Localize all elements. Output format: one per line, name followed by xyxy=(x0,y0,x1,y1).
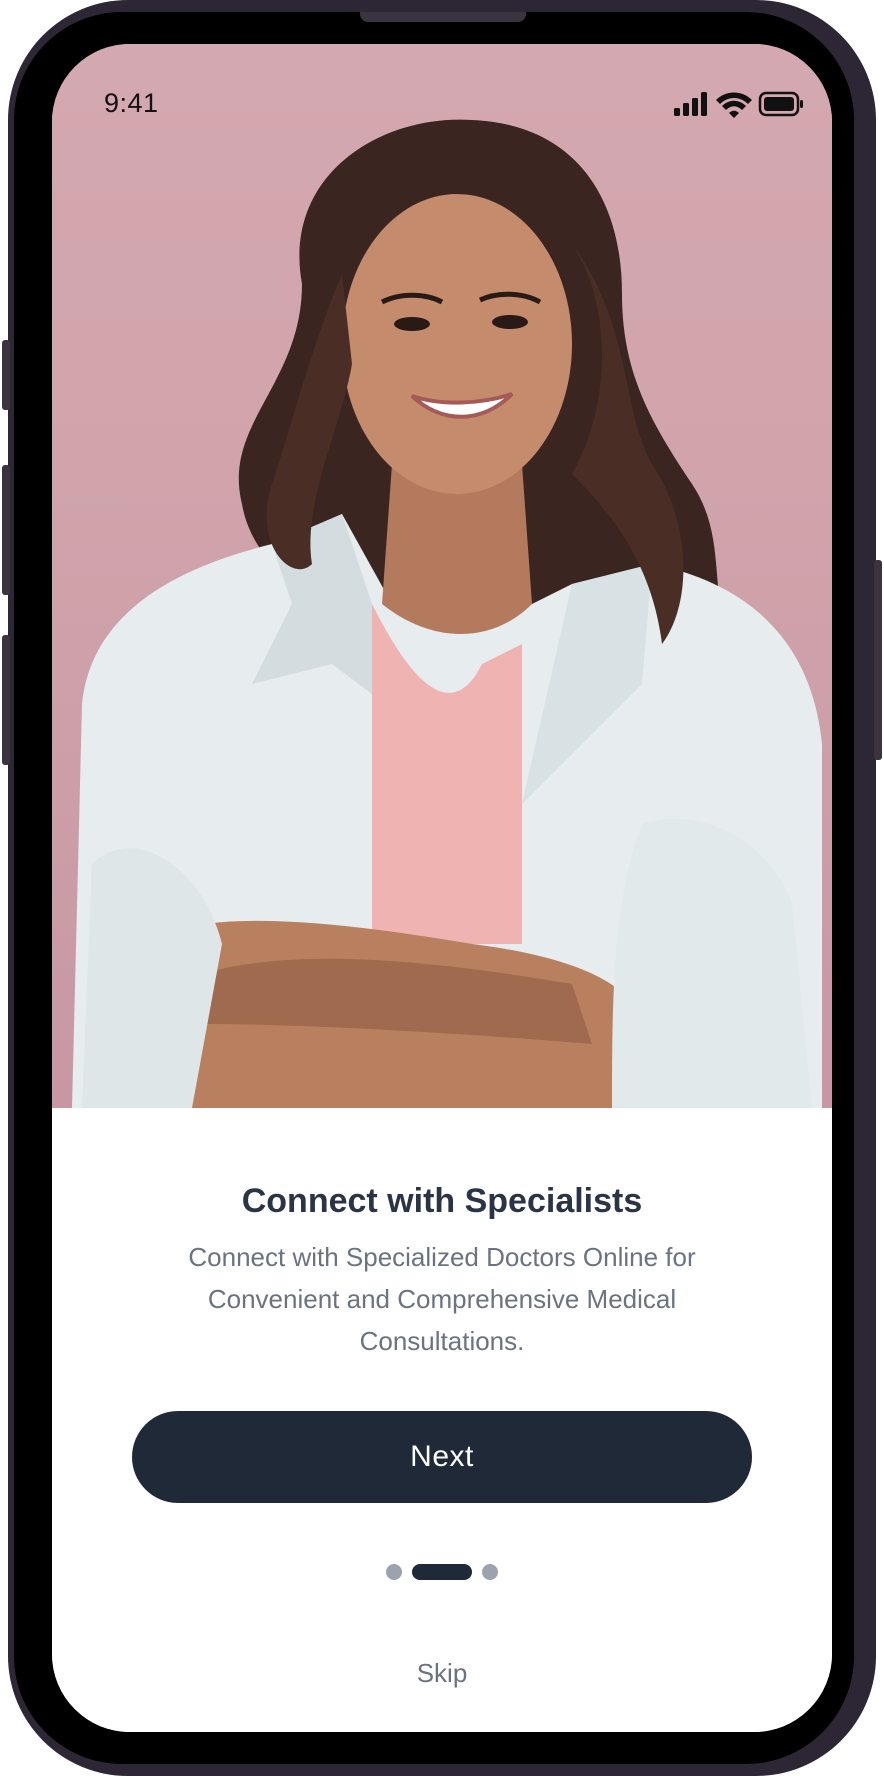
page-indicator xyxy=(52,1562,832,1582)
next-button[interactable]: Next xyxy=(132,1411,752,1503)
doctor-photo: 9:41 xyxy=(52,44,832,1108)
onboarding-content: Connect with Specialists Connect with Sp… xyxy=(52,1108,832,1732)
skip-button[interactable]: Skip xyxy=(52,1658,832,1689)
silent-switch xyxy=(2,340,10,410)
page-dot-2-active[interactable] xyxy=(412,1564,472,1580)
onboarding-description: Connect with Specialized Doctors Online … xyxy=(188,1242,696,1356)
status-bar: 9:41 xyxy=(52,44,832,144)
onboarding-title: Connect with Specialists xyxy=(241,1182,643,1220)
doctor-portrait-illustration xyxy=(72,119,822,1108)
wifi-icon xyxy=(716,92,752,118)
battery-icon xyxy=(758,91,803,117)
signal-icon xyxy=(674,92,707,116)
volume-up-button xyxy=(2,465,10,595)
phone-screen: 9:41 Connect with Specialists Connect wi… xyxy=(52,44,832,1732)
status-time: 9:41 xyxy=(104,88,159,118)
speaker-notch xyxy=(360,12,526,22)
page-dot-1[interactable] xyxy=(386,1564,402,1580)
volume-down-button xyxy=(2,635,10,765)
page-dot-3[interactable] xyxy=(482,1564,498,1580)
power-button xyxy=(874,560,882,760)
status-icons xyxy=(674,88,804,120)
